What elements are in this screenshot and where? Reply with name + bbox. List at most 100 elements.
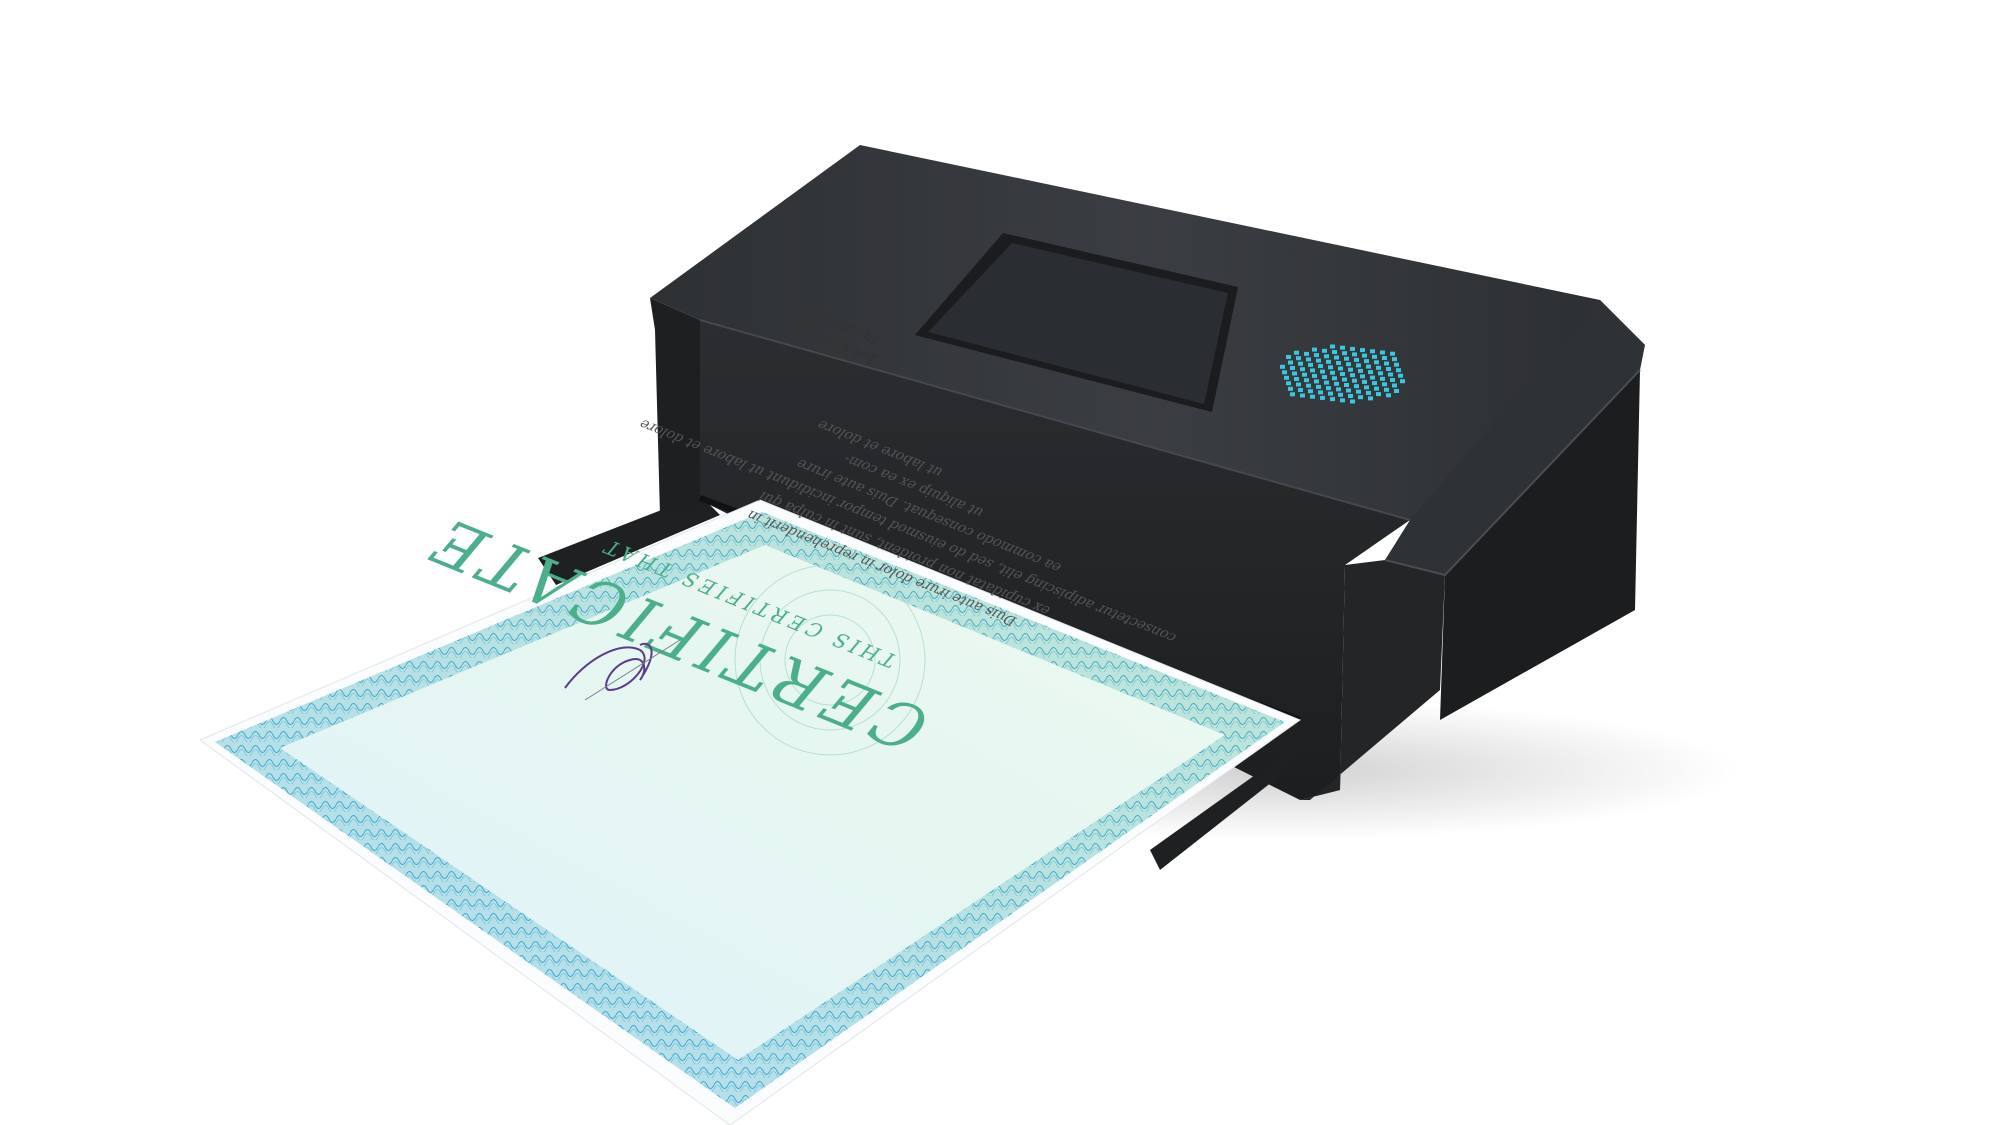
led-dot	[1348, 394, 1353, 398]
led-dot	[1306, 357, 1311, 362]
led-dot	[1370, 349, 1375, 354]
led-dot	[1400, 379, 1405, 384]
led-dot	[1380, 350, 1385, 355]
led-dot	[1308, 389, 1313, 394]
led-dot	[1350, 399, 1355, 404]
led-dot	[1286, 381, 1291, 386]
led-dot	[1320, 369, 1325, 374]
led-dot	[1300, 393, 1305, 398]
led-dot	[1340, 372, 1345, 376]
led-dot	[1334, 381, 1339, 386]
led-dot	[1326, 359, 1331, 364]
led-dot	[1324, 380, 1329, 385]
led-dot	[1330, 397, 1335, 402]
led-dot	[1328, 365, 1333, 370]
led-dot	[1344, 383, 1349, 387]
led-dot	[1304, 378, 1309, 383]
led-dot	[1390, 378, 1395, 382]
led-dot	[1360, 374, 1365, 379]
led-dot	[1338, 392, 1343, 397]
led-dot	[1384, 361, 1389, 366]
led-dot	[1358, 368, 1363, 373]
led-dot	[1340, 345, 1345, 350]
led-dot	[1368, 370, 1373, 375]
led-dot	[1372, 354, 1377, 359]
led-dot	[1292, 371, 1297, 376]
led-dot	[1396, 368, 1401, 373]
led-dot	[1294, 377, 1299, 381]
led-dot	[1308, 362, 1313, 367]
led-dot	[1374, 386, 1379, 391]
led-dot	[1342, 377, 1347, 382]
led-dot	[1304, 351, 1309, 356]
led-dot	[1378, 371, 1383, 376]
led-dot	[1310, 368, 1315, 373]
led-dot	[1296, 382, 1301, 387]
led-dot	[1398, 373, 1403, 378]
led-dot	[1300, 367, 1305, 372]
led-dot	[1312, 347, 1317, 352]
led-dot	[1366, 390, 1371, 395]
led-dot	[1322, 348, 1327, 353]
led-dot	[1336, 361, 1341, 365]
led-dot	[1296, 356, 1301, 361]
led-dot	[1366, 364, 1371, 369]
led-dot	[1360, 348, 1365, 353]
led-dot	[1346, 362, 1351, 367]
led-dot	[1376, 365, 1381, 370]
led-dot	[1282, 370, 1287, 375]
led-dot	[1392, 357, 1397, 362]
led-dot	[1354, 357, 1359, 362]
led-dot	[1356, 389, 1361, 394]
led-dot	[1372, 381, 1377, 386]
led-dot	[1316, 384, 1321, 389]
led-dot	[1326, 386, 1331, 391]
led-dot	[1394, 362, 1399, 367]
led-dot	[1312, 373, 1317, 378]
led-dot	[1386, 367, 1391, 371]
led-dot	[1382, 382, 1387, 387]
led-dot	[1288, 360, 1293, 365]
led-dot	[1352, 352, 1357, 357]
led-dot	[1320, 395, 1325, 400]
led-dot	[1340, 398, 1345, 403]
led-dot	[1338, 366, 1343, 371]
led-dot	[1284, 375, 1289, 380]
scanner-illustration: CERTIFICATE THIS CERTIFIES THAT Duis aut…	[198, 145, 1740, 1125]
led-dot	[1288, 386, 1293, 391]
led-dot	[1350, 373, 1355, 378]
product-render-scene: CERTIFICATE THIS CERTIFIES THAT Duis aut…	[0, 0, 1999, 1125]
led-dot	[1290, 392, 1295, 397]
led-dot	[1298, 388, 1303, 392]
led-dot	[1358, 395, 1363, 400]
led-dot	[1376, 392, 1381, 397]
led-dot	[1334, 355, 1339, 360]
led-dot	[1354, 384, 1359, 389]
led-dot	[1310, 394, 1315, 399]
led-dot	[1386, 393, 1391, 398]
led-dot	[1306, 383, 1311, 388]
led-dot	[1380, 376, 1385, 381]
led-dot	[1318, 390, 1323, 395]
led-dot	[1286, 355, 1291, 359]
led-dot	[1394, 389, 1399, 393]
led-dot	[1346, 388, 1351, 393]
led-dot	[1324, 354, 1329, 359]
led-dot	[1364, 385, 1369, 390]
led-dot	[1294, 350, 1299, 355]
led-dot	[1330, 344, 1335, 349]
led-dot	[1374, 360, 1379, 365]
led-dot	[1356, 363, 1361, 368]
led-dot	[1322, 375, 1327, 380]
led-dot	[1364, 359, 1369, 364]
led-dot	[1348, 367, 1353, 372]
led-dot	[1382, 356, 1387, 360]
led-dot	[1390, 351, 1395, 356]
led-dot	[1328, 391, 1333, 396]
led-dot	[1290, 366, 1295, 370]
led-dot	[1342, 351, 1347, 356]
led-dot	[1362, 379, 1367, 384]
led-dot	[1362, 353, 1367, 358]
led-dot	[1350, 346, 1355, 351]
led-dot	[1344, 356, 1349, 361]
